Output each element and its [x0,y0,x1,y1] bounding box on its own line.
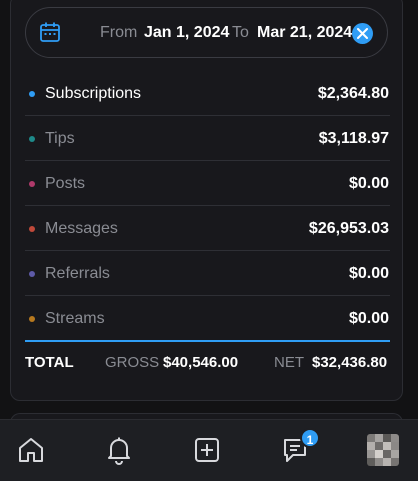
avatar[interactable] [367,434,399,466]
gross-label: GROSS [105,354,160,371]
bell-icon [108,437,130,465]
earnings-row[interactable]: Streams $0.00 [25,296,390,341]
category-dot [29,316,35,322]
close-icon [357,28,368,39]
clear-date-button[interactable] [352,23,373,44]
earnings-category-label: Tips [45,130,75,147]
net-value: $32,436.80 [312,354,388,371]
nav-new-post[interactable] [189,432,225,468]
nav-home[interactable] [13,432,49,468]
earnings-amount: $2,364.80 [317,85,389,102]
category-dot [29,226,35,232]
category-dot [29,91,35,97]
nav-notifications[interactable] [101,432,137,468]
earnings-amount: $26,953.03 [308,220,389,237]
earnings-amount: $0.00 [348,265,389,282]
earnings-amount: $0.00 [348,310,389,327]
to-date[interactable]: Mar 21, 2024 [257,23,352,43]
to-label: To [232,24,249,41]
earnings-category-label: Referrals [45,265,110,282]
earnings-category-label: Streams [45,310,105,327]
calendar-icon[interactable] [39,21,61,43]
total-label: TOTAL [25,354,74,371]
earnings-category-label: Subscriptions [45,85,142,102]
category-dot [29,181,35,187]
total-row: TOTAL GROSS $40,546.00 NET $32,436.80 [25,353,390,373]
earnings-row[interactable]: Referrals $0.00 [25,251,390,296]
gross-value: $40,546.00 [163,354,239,371]
earnings-row[interactable]: Tips $3,118.97 [25,116,390,161]
earnings-amount: $0.00 [348,175,389,192]
earnings-category-label: Posts [45,175,86,192]
earnings-amount: $3,118.97 [318,130,389,147]
from-label: From [100,24,138,41]
home-icon [19,438,43,462]
plus-square-icon [195,438,219,462]
messages-badge: 1 [300,428,320,448]
total-divider [25,340,390,342]
bottom-nav: 1 [0,419,418,481]
earnings-category-label: Messages [45,220,118,237]
category-dot [29,136,35,142]
net-label: NET [274,354,304,371]
earnings-row[interactable]: Subscriptions $2,364.80 [25,71,390,116]
category-dot [29,271,35,277]
from-date[interactable]: Jan 1, 2024 [144,23,229,43]
earnings-row[interactable]: Messages $26,953.03 [25,206,390,251]
earnings-row[interactable]: Posts $0.00 [25,161,390,206]
date-range-picker[interactable]: From Jan 1, 2024 To Mar 21, 2024 [25,7,388,58]
